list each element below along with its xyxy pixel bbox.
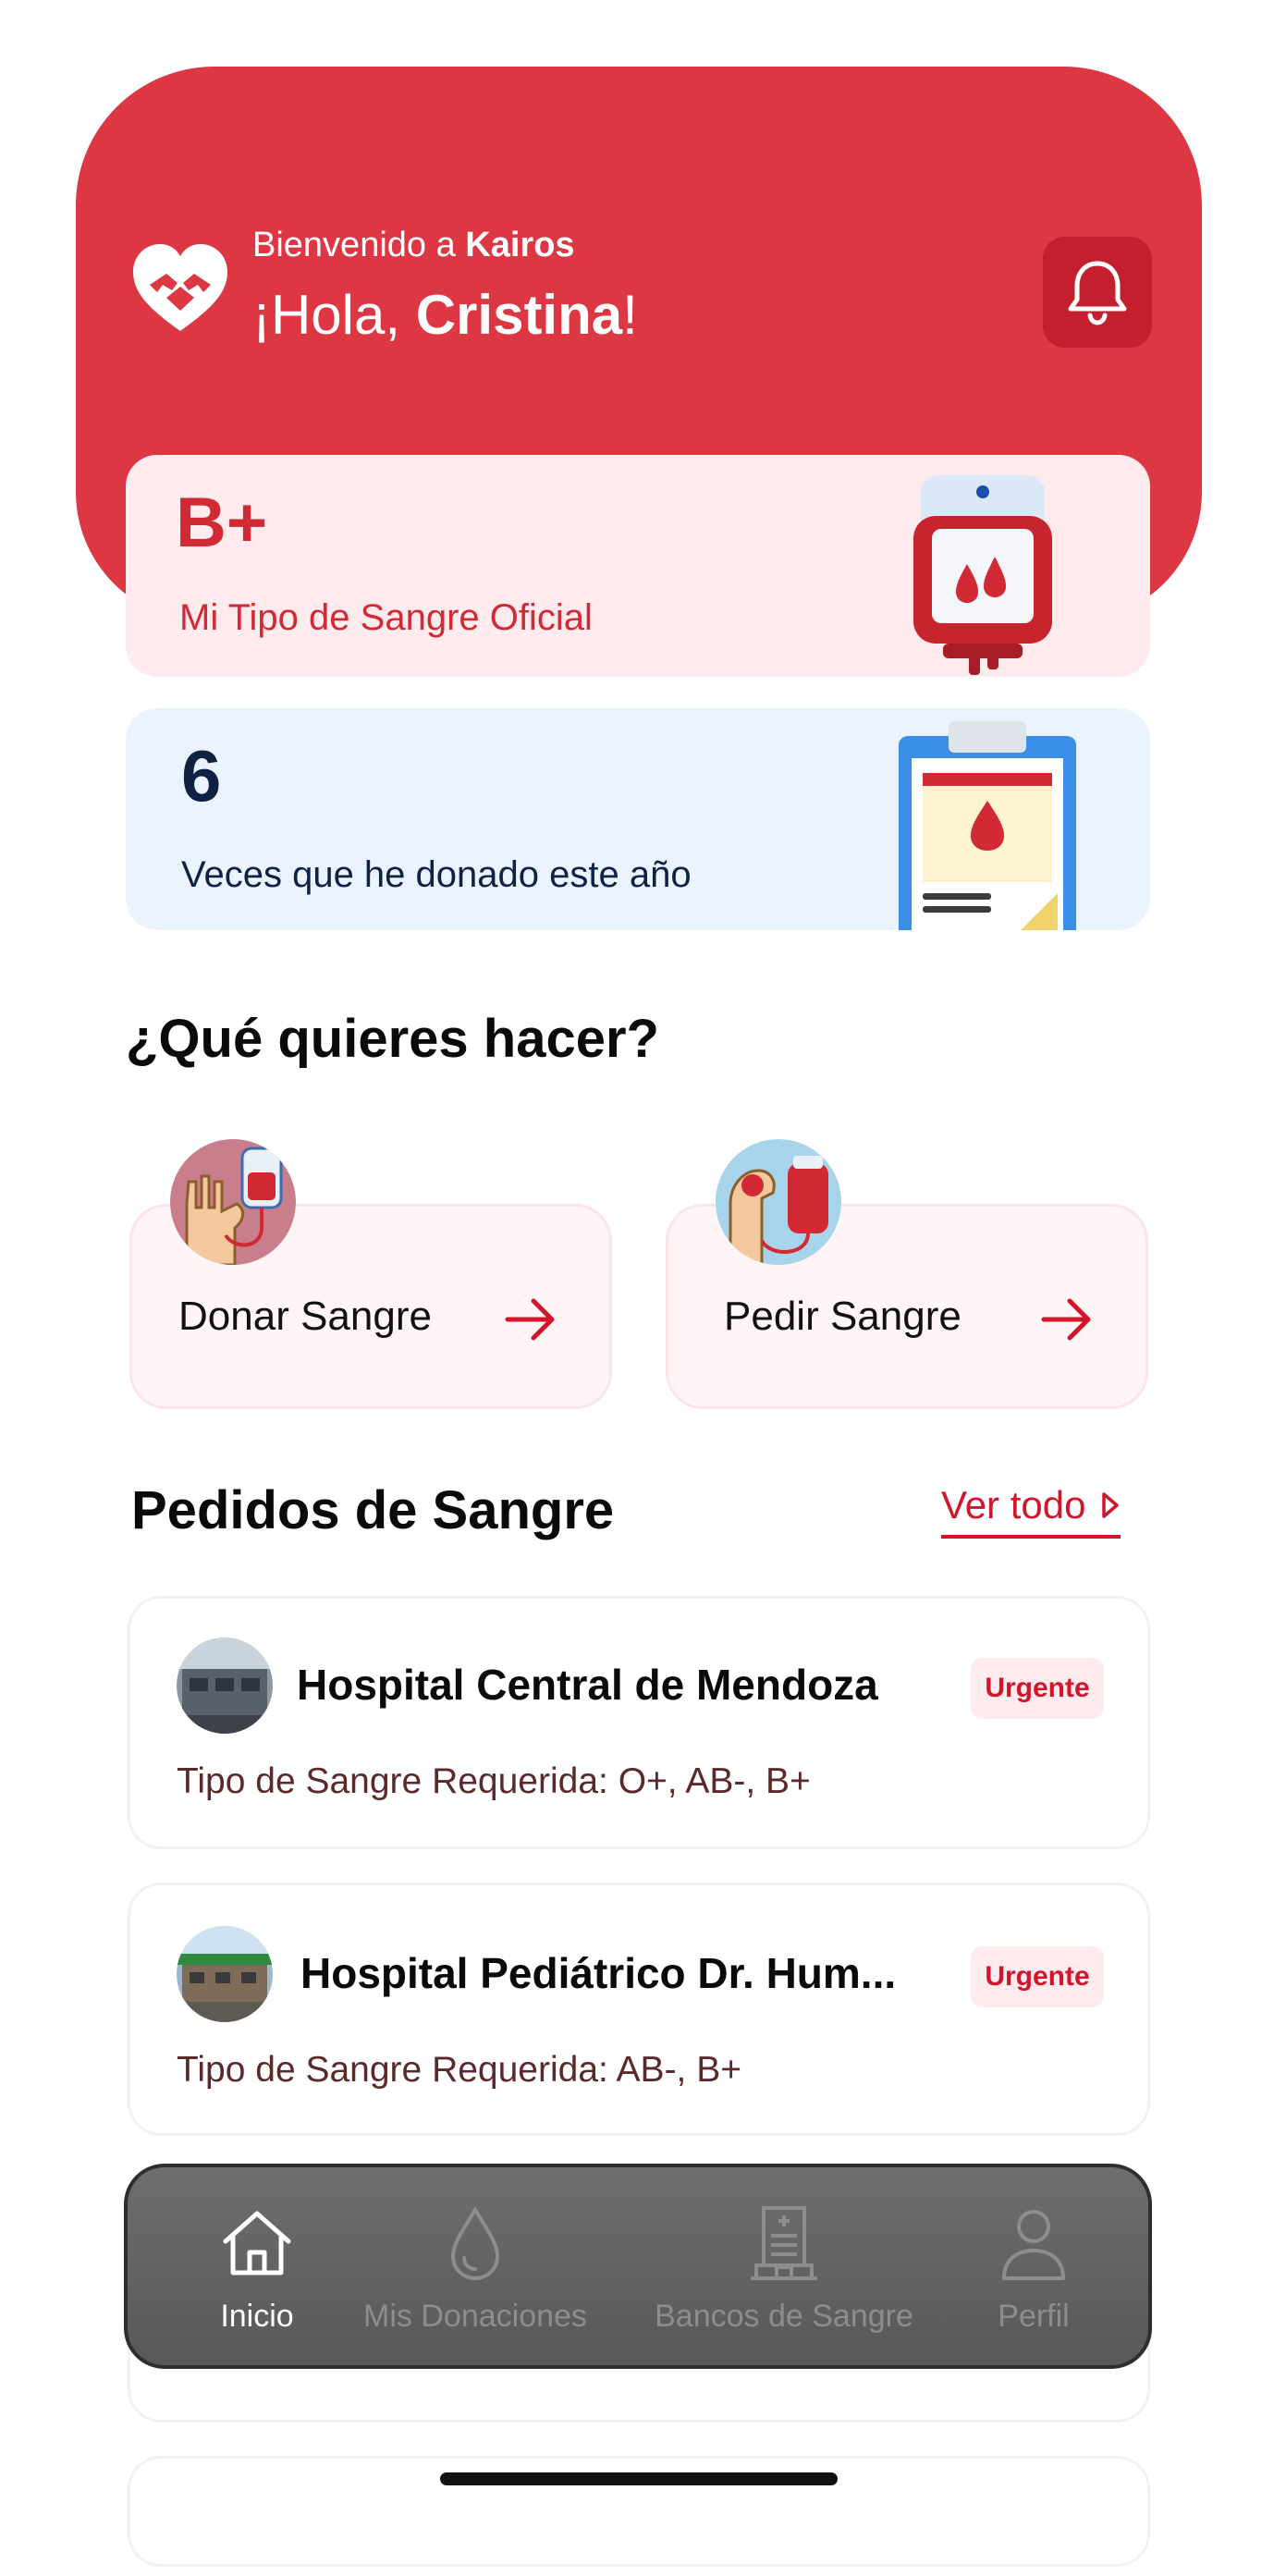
greeting-prefix: ¡Hola, [252, 284, 416, 346]
required-blood-types: Tipo de Sangre Requerida: O+, AB-, B+ [177, 1761, 811, 1801]
donation-count-value: 6 [181, 735, 222, 816]
donation-count-label: Veces que he donado este año [181, 854, 692, 895]
donate-blood-label: Donar Sangre [178, 1294, 432, 1339]
tab-mis-donaciones[interactable]: Mis Donaciones [355, 2167, 595, 2373]
request-card[interactable]: Hospital Pediátrico Dr. Hum... Urgente T… [128, 1883, 1150, 2136]
request-blood-label: Pedir Sangre [724, 1294, 962, 1339]
requests-title: Pedidos de Sangre [131, 1480, 615, 1540]
tab-label: Bancos de Sangre [655, 2299, 913, 2334]
tab-inicio[interactable]: Inicio [183, 2167, 331, 2373]
user-name: Cristina [415, 284, 623, 346]
tab-perfil[interactable]: Perfil [969, 2167, 1098, 2373]
tab-label: Perfil [998, 2299, 1070, 2334]
greeting-suffix: ! [622, 284, 638, 346]
donation-count-card[interactable]: 6 Veces que he donado este año [126, 708, 1150, 930]
blood-type-card[interactable]: B+ Mi Tipo de Sangre Oficial [126, 455, 1150, 677]
welcome-text: Bienvenido a Kairos [252, 226, 575, 265]
heart-hands-logo [133, 244, 227, 331]
home-indicator[interactable] [440, 2472, 838, 2485]
blood-bag-icon [913, 475, 1052, 675]
hospital-name: Hospital Central de Mendoza [297, 1661, 878, 1709]
hospital-photo [177, 1926, 273, 2022]
request-blood-icon [716, 1139, 841, 1265]
actions-title: ¿Qué quieres hacer? [126, 1009, 659, 1069]
urgent-badge: Urgente [971, 1658, 1104, 1719]
drop-icon [450, 2206, 500, 2281]
arrow-right-icon [505, 1298, 555, 1341]
clipboard-icon [899, 721, 1076, 930]
user-icon [1002, 2210, 1065, 2280]
see-all-label: Ver todo [941, 1483, 1086, 1527]
welcome-prefix: Bienvenido a [252, 226, 466, 264]
tab-bancos-de-sangre[interactable]: Bancos de Sangre [645, 2167, 923, 2373]
home-icon [223, 2211, 291, 2275]
hospital-name: Hospital Pediátrico Dr. Hum... [300, 1949, 897, 1997]
see-all-link[interactable]: Ver todo [941, 1483, 1121, 1539]
greeting-text: ¡Hola, Cristina! [252, 283, 638, 347]
tab-label: Inicio [220, 2299, 294, 2334]
notifications-button[interactable] [1043, 237, 1152, 348]
chevron-right-icon [1102, 1492, 1120, 1518]
arrow-right-icon [1041, 1298, 1091, 1341]
hospital-icon [751, 2206, 817, 2280]
hospital-photo [177, 1638, 273, 1734]
bell-icon [1068, 261, 1127, 325]
bottom-tab-bar: Inicio Mis Donaciones Bancos de Sangre P… [124, 2164, 1152, 2369]
required-blood-types: Tipo de Sangre Requerida: AB-, B+ [177, 2050, 742, 2090]
urgent-badge: Urgente [971, 1946, 1104, 2007]
blood-type-label: Mi Tipo de Sangre Oficial [179, 597, 593, 638]
tab-label: Mis Donaciones [363, 2299, 587, 2334]
blood-type-value: B+ [176, 484, 268, 562]
donate-blood-icon [170, 1139, 296, 1265]
app-name: Kairos [465, 226, 575, 264]
request-card[interactable]: Hospital Central de Mendoza Urgente Tipo… [128, 1596, 1150, 1849]
